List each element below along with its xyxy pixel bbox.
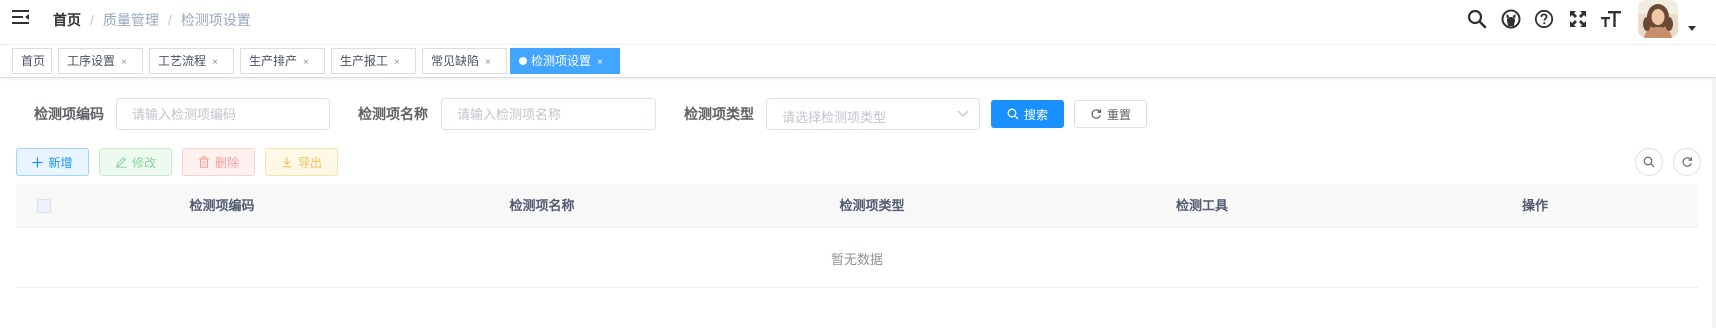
delete-icon	[198, 156, 209, 168]
data-table: 检测项编码 检测项名称 检测项类型 检测工具 操作 暂无数据	[16, 184, 1698, 288]
select-all-checkbox[interactable]	[37, 199, 51, 213]
tag-label: 工序设置	[67, 54, 116, 68]
breadcrumb: 首页 / 质量管理 / 检测项设置	[53, 10, 251, 30]
add-button[interactable]: 新增	[16, 148, 89, 176]
scrollbar-track[interactable]	[1712, 78, 1716, 328]
caret-down-icon[interactable]	[1687, 23, 1697, 33]
breadcrumb-separator: /	[90, 12, 94, 28]
tag-label: 生产排产	[249, 54, 298, 68]
refresh-icon	[1091, 109, 1102, 119]
tag-home[interactable]: 首页	[12, 48, 52, 74]
tag-label: 常见缺陷	[431, 54, 480, 68]
tag-process-settings[interactable]: 工序设置 ×	[58, 48, 143, 74]
delete-button-label: 删除	[214, 155, 239, 170]
search-button-label: 搜索	[1023, 107, 1048, 122]
navbar: 首页 / 质量管理 / 检测项设置	[0, 0, 1716, 40]
breadcrumb-quality[interactable]: 质量管理	[103, 10, 159, 30]
fullscreen-icon[interactable]	[1567, 8, 1589, 30]
close-icon[interactable]: ×	[394, 51, 400, 75]
tag-label: 生产报工	[340, 54, 389, 68]
search-button[interactable]: 搜索	[991, 100, 1064, 128]
search-icon	[1007, 108, 1019, 120]
plus-icon	[32, 157, 43, 167]
column-header: 检测项类型	[839, 198, 905, 213]
reset-button-label: 重置	[1106, 107, 1131, 122]
tag-production-scheduling[interactable]: 生产排产 ×	[240, 48, 325, 74]
edit-icon	[115, 157, 126, 168]
type-select[interactable]: 请选择检测项类型	[766, 98, 980, 130]
close-icon[interactable]: ×	[121, 51, 127, 75]
export-button[interactable]: 导出	[265, 148, 338, 176]
reset-button[interactable]: 重置	[1074, 100, 1147, 128]
close-icon[interactable]: ×	[485, 51, 491, 75]
tag-label: 工艺流程	[158, 54, 207, 68]
breadcrumb-separator: /	[167, 12, 172, 28]
refresh-table-button[interactable]	[1673, 148, 1701, 176]
download-icon	[282, 157, 292, 168]
hamburger-icon[interactable]	[12, 9, 29, 25]
search-icon	[1643, 156, 1655, 168]
active-dot-icon	[519, 57, 527, 65]
export-button-label: 导出	[297, 155, 322, 170]
delete-button: 删除	[182, 148, 255, 176]
table-body: 暂无数据	[16, 228, 1698, 288]
close-icon[interactable]: ×	[212, 51, 218, 75]
refresh-icon	[1682, 157, 1693, 167]
toggle-search-button[interactable]	[1635, 148, 1663, 176]
breadcrumb-home[interactable]: 首页	[53, 10, 81, 30]
type-select-placeholder: 请选择检测项类型	[782, 110, 887, 125]
chevron-down-icon	[957, 110, 969, 117]
tags-view: 首页 工序设置 × 工艺流程 × 生产排产 × 生产报工 × 常见缺陷 × 检测项设置 ×	[0, 44, 1716, 78]
tag-common-defects[interactable]: 常见缺陷 ×	[422, 48, 507, 74]
close-icon[interactable]: ×	[303, 51, 309, 75]
tag-label: 检测项设置	[531, 54, 592, 68]
breadcrumb-current: 检测项设置	[180, 12, 251, 28]
column-header: 检测项名称	[509, 198, 575, 213]
tag-inspection-item-settings[interactable]: 检测项设置 ×	[510, 48, 620, 74]
avatar[interactable]	[1638, 0, 1678, 38]
font-size-icon[interactable]	[1600, 8, 1622, 30]
code-input[interactable]	[116, 98, 330, 130]
tag-label: 首页	[21, 54, 46, 68]
close-icon[interactable]: ×	[597, 51, 603, 75]
table-header: 检测项编码 检测项名称 检测项类型 检测工具 操作	[16, 184, 1698, 228]
column-header: 操作	[1521, 198, 1548, 213]
column-header: 检测项编码	[189, 198, 255, 213]
name-label: 检测项名称	[358, 106, 428, 122]
search-icon[interactable]	[1466, 8, 1488, 30]
github-icon[interactable]	[1500, 8, 1522, 30]
column-header: 检测工具	[1175, 198, 1228, 213]
question-icon[interactable]	[1533, 8, 1555, 30]
add-button-label: 新增	[48, 155, 73, 170]
code-label: 检测项编码	[34, 106, 104, 122]
edit-button: 修改	[99, 148, 172, 176]
tag-process-flow[interactable]: 工艺流程 ×	[149, 48, 234, 74]
edit-button-label: 修改	[131, 155, 156, 170]
name-input[interactable]	[441, 98, 656, 130]
tag-production-report[interactable]: 生产报工 ×	[331, 48, 416, 74]
empty-text: 暂无数据	[830, 252, 883, 267]
type-label: 检测项类型	[684, 106, 754, 122]
